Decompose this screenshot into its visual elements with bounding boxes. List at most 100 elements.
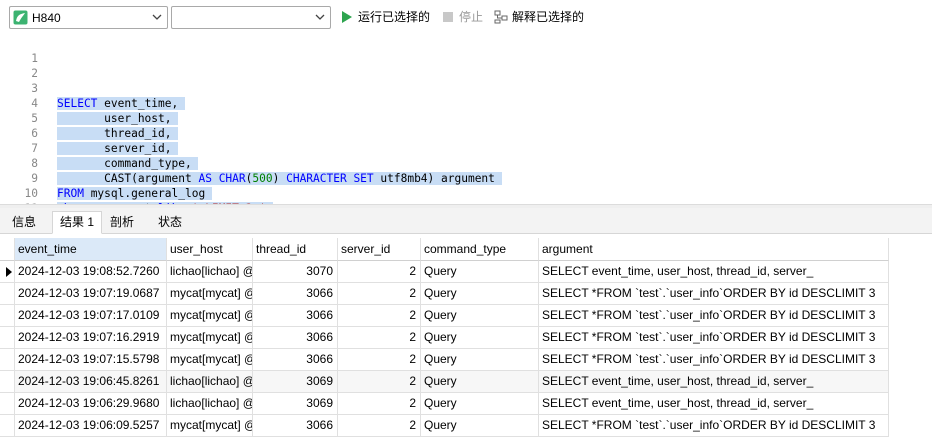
stop-icon bbox=[443, 12, 453, 22]
cell-user-host[interactable]: lichao[lichao] @ bbox=[167, 261, 253, 283]
cell-user-host[interactable]: mycat[mycat] @ bbox=[167, 415, 253, 437]
cell-server-id[interactable]: 2 bbox=[338, 305, 421, 327]
toolbar: H840 运行已选择的 停止 解释已选择的 bbox=[0, 0, 932, 36]
cell-command-type[interactable]: Query bbox=[421, 393, 539, 415]
cell-argument[interactable]: SELECT event_time, user_host, thread_id,… bbox=[539, 371, 889, 393]
table-row[interactable]: 2024-12-03 19:07:17.0109 mycat[mycat] @30… bbox=[0, 305, 890, 327]
cell-thread-id[interactable]: 3066 bbox=[253, 305, 338, 327]
run-selected-label: 运行已选择的 bbox=[358, 10, 431, 24]
cell-server-id[interactable]: 2 bbox=[338, 327, 421, 349]
row-indicator[interactable] bbox=[0, 327, 15, 349]
row-indicator[interactable] bbox=[0, 261, 15, 283]
cell-event-time[interactable]: 2024-12-03 19:07:19.0687 bbox=[15, 283, 167, 305]
play-icon bbox=[342, 11, 352, 23]
column-header-thread-id[interactable]: thread_id bbox=[253, 238, 338, 261]
cell-command-type[interactable]: Query bbox=[421, 305, 539, 327]
cell-argument[interactable]: SELECT *FROM `test`.`user_info`ORDER BY … bbox=[539, 327, 889, 349]
cell-argument[interactable]: SELECT *FROM `test`.`user_info`ORDER BY … bbox=[539, 415, 889, 437]
column-header-user-host[interactable]: user_host bbox=[167, 238, 253, 261]
column-header-server-id[interactable]: server_id bbox=[338, 238, 421, 261]
cell-thread-id[interactable]: 3066 bbox=[253, 283, 338, 305]
database-select[interactable] bbox=[171, 6, 331, 29]
row-indicator[interactable] bbox=[0, 283, 15, 305]
cell-user-host[interactable]: lichao[lichao] @ bbox=[167, 393, 253, 415]
editor-line: 11 ORDER BY event_time DESC; bbox=[0, 186, 932, 230]
tab-result-1[interactable]: 结果 1 bbox=[52, 211, 102, 234]
cell-event-time[interactable]: 2024-12-03 19:07:15.5798 bbox=[15, 349, 167, 371]
cell-command-type[interactable]: Query bbox=[421, 261, 539, 283]
cell-event-time[interactable]: 2024-12-03 19:07:17.0109 bbox=[15, 305, 167, 327]
cell-thread-id[interactable]: 3069 bbox=[253, 371, 338, 393]
table-row[interactable]: 2024-12-03 19:07:19.0687 mycat[mycat] @30… bbox=[0, 283, 890, 305]
editor-line: 7 command_type, bbox=[0, 126, 932, 170]
editor-line: 2 bbox=[0, 51, 932, 80]
cell-argument[interactable]: SELECT event_time, user_host, thread_id,… bbox=[539, 393, 889, 415]
row-indicator-header bbox=[0, 238, 15, 261]
sql-editor[interactable]: 1 2 3 SELECT event_time, 4 user_host, 5 … bbox=[0, 36, 932, 230]
cell-command-type[interactable]: Query bbox=[421, 283, 539, 305]
editor-line: 5 thread_id, bbox=[0, 96, 932, 140]
connection-name: H840 bbox=[32, 11, 61, 25]
cell-user-host[interactable]: mycat[mycat] @ bbox=[167, 327, 253, 349]
cell-event-time[interactable]: 2024-12-03 19:06:29.9680 bbox=[15, 393, 167, 415]
cell-thread-id[interactable]: 3066 bbox=[253, 349, 338, 371]
cell-thread-id[interactable]: 3066 bbox=[253, 415, 338, 437]
connection-select[interactable]: H840 bbox=[9, 6, 168, 29]
cell-argument[interactable]: SELECT *FROM `test`.`user_info`ORDER BY … bbox=[539, 283, 889, 305]
stop-button[interactable]: 停止 bbox=[441, 10, 487, 26]
cell-argument[interactable]: SELECT *FROM `test`.`user_info`ORDER BY … bbox=[539, 305, 889, 327]
cell-user-host[interactable]: mycat[mycat] @ bbox=[167, 349, 253, 371]
cell-thread-id[interactable]: 3070 bbox=[253, 261, 338, 283]
cell-server-id[interactable]: 2 bbox=[338, 415, 421, 437]
column-header-command-type[interactable]: command_type bbox=[421, 238, 539, 261]
cell-event-time[interactable]: 2024-12-03 19:06:45.8261 bbox=[15, 371, 167, 393]
chevron-down-icon bbox=[315, 14, 325, 20]
editor-line: 6 server_id, bbox=[0, 111, 932, 155]
cell-argument[interactable]: SELECT *FROM `test`.`user_info`ORDER BY … bbox=[539, 349, 889, 371]
column-header-event-time[interactable]: event_time bbox=[15, 238, 167, 261]
table-row[interactable]: 2024-12-03 19:08:52.7260 lichao[lichao] @… bbox=[0, 261, 890, 283]
chevron-down-icon bbox=[152, 14, 162, 20]
cell-user-host[interactable]: lichao[lichao] @ bbox=[167, 371, 253, 393]
editor-line: 1 bbox=[0, 36, 932, 65]
explain-icon bbox=[494, 10, 508, 24]
row-indicator[interactable] bbox=[0, 305, 15, 327]
row-indicator[interactable] bbox=[0, 349, 15, 371]
cell-server-id[interactable]: 2 bbox=[338, 371, 421, 393]
explain-selected-button[interactable]: 解释已选择的 bbox=[494, 10, 590, 26]
cell-event-time[interactable]: 2024-12-03 19:08:52.7260 bbox=[15, 261, 167, 283]
cell-command-type[interactable]: Query bbox=[421, 349, 539, 371]
cell-user-host[interactable]: mycat[mycat] @ bbox=[167, 305, 253, 327]
run-selected-button[interactable]: 运行已选择的 bbox=[340, 10, 435, 26]
editor-line: 3 SELECT event_time, bbox=[0, 66, 932, 110]
editor-line: 8 CAST(argument AS CHAR(500) CHARACTER S… bbox=[0, 141, 932, 185]
cell-user-host[interactable]: mycat[mycat] @ bbox=[167, 283, 253, 305]
column-header-argument[interactable]: argument bbox=[539, 238, 889, 261]
cell-argument[interactable]: SELECT event_time, user_host, thread_id,… bbox=[539, 261, 889, 283]
table-row[interactable]: 2024-12-03 19:07:16.2919 mycat[mycat] @30… bbox=[0, 327, 890, 349]
cell-server-id[interactable]: 2 bbox=[338, 393, 421, 415]
cell-server-id[interactable]: 2 bbox=[338, 349, 421, 371]
row-indicator[interactable] bbox=[0, 371, 15, 393]
tab-info[interactable]: 信息 bbox=[4, 211, 44, 234]
tab-status[interactable]: 状态 bbox=[150, 211, 190, 234]
row-indicator[interactable] bbox=[0, 415, 15, 437]
table-row[interactable]: 2024-12-03 19:07:15.5798 mycat[mycat] @30… bbox=[0, 349, 890, 371]
editor-line: 9 FROM mysql.general_log bbox=[0, 156, 932, 200]
table-row[interactable]: 2024-12-03 19:06:45.8261 lichao[lichao] @… bbox=[0, 371, 890, 393]
mysql-connection-icon bbox=[13, 10, 28, 25]
cell-event-time[interactable]: 2024-12-03 19:06:09.5257 bbox=[15, 415, 167, 437]
table-row[interactable]: 2024-12-03 19:06:09.5257 mycat[mycat] @30… bbox=[0, 415, 890, 437]
cell-command-type[interactable]: Query bbox=[421, 371, 539, 393]
row-indicator[interactable] bbox=[0, 393, 15, 415]
cell-server-id[interactable]: 2 bbox=[338, 283, 421, 305]
cell-command-type[interactable]: Query bbox=[421, 415, 539, 437]
editor-line: 10 where argument like '%LIMIT 3%' bbox=[0, 171, 932, 215]
cell-command-type[interactable]: Query bbox=[421, 327, 539, 349]
cell-server-id[interactable]: 2 bbox=[338, 261, 421, 283]
table-row[interactable]: 2024-12-03 19:06:29.9680 lichao[lichao] @… bbox=[0, 393, 890, 415]
tab-profile[interactable]: 剖析 bbox=[102, 211, 142, 234]
cell-thread-id[interactable]: 3066 bbox=[253, 327, 338, 349]
cell-event-time[interactable]: 2024-12-03 19:07:16.2919 bbox=[15, 327, 167, 349]
cell-thread-id[interactable]: 3069 bbox=[253, 393, 338, 415]
